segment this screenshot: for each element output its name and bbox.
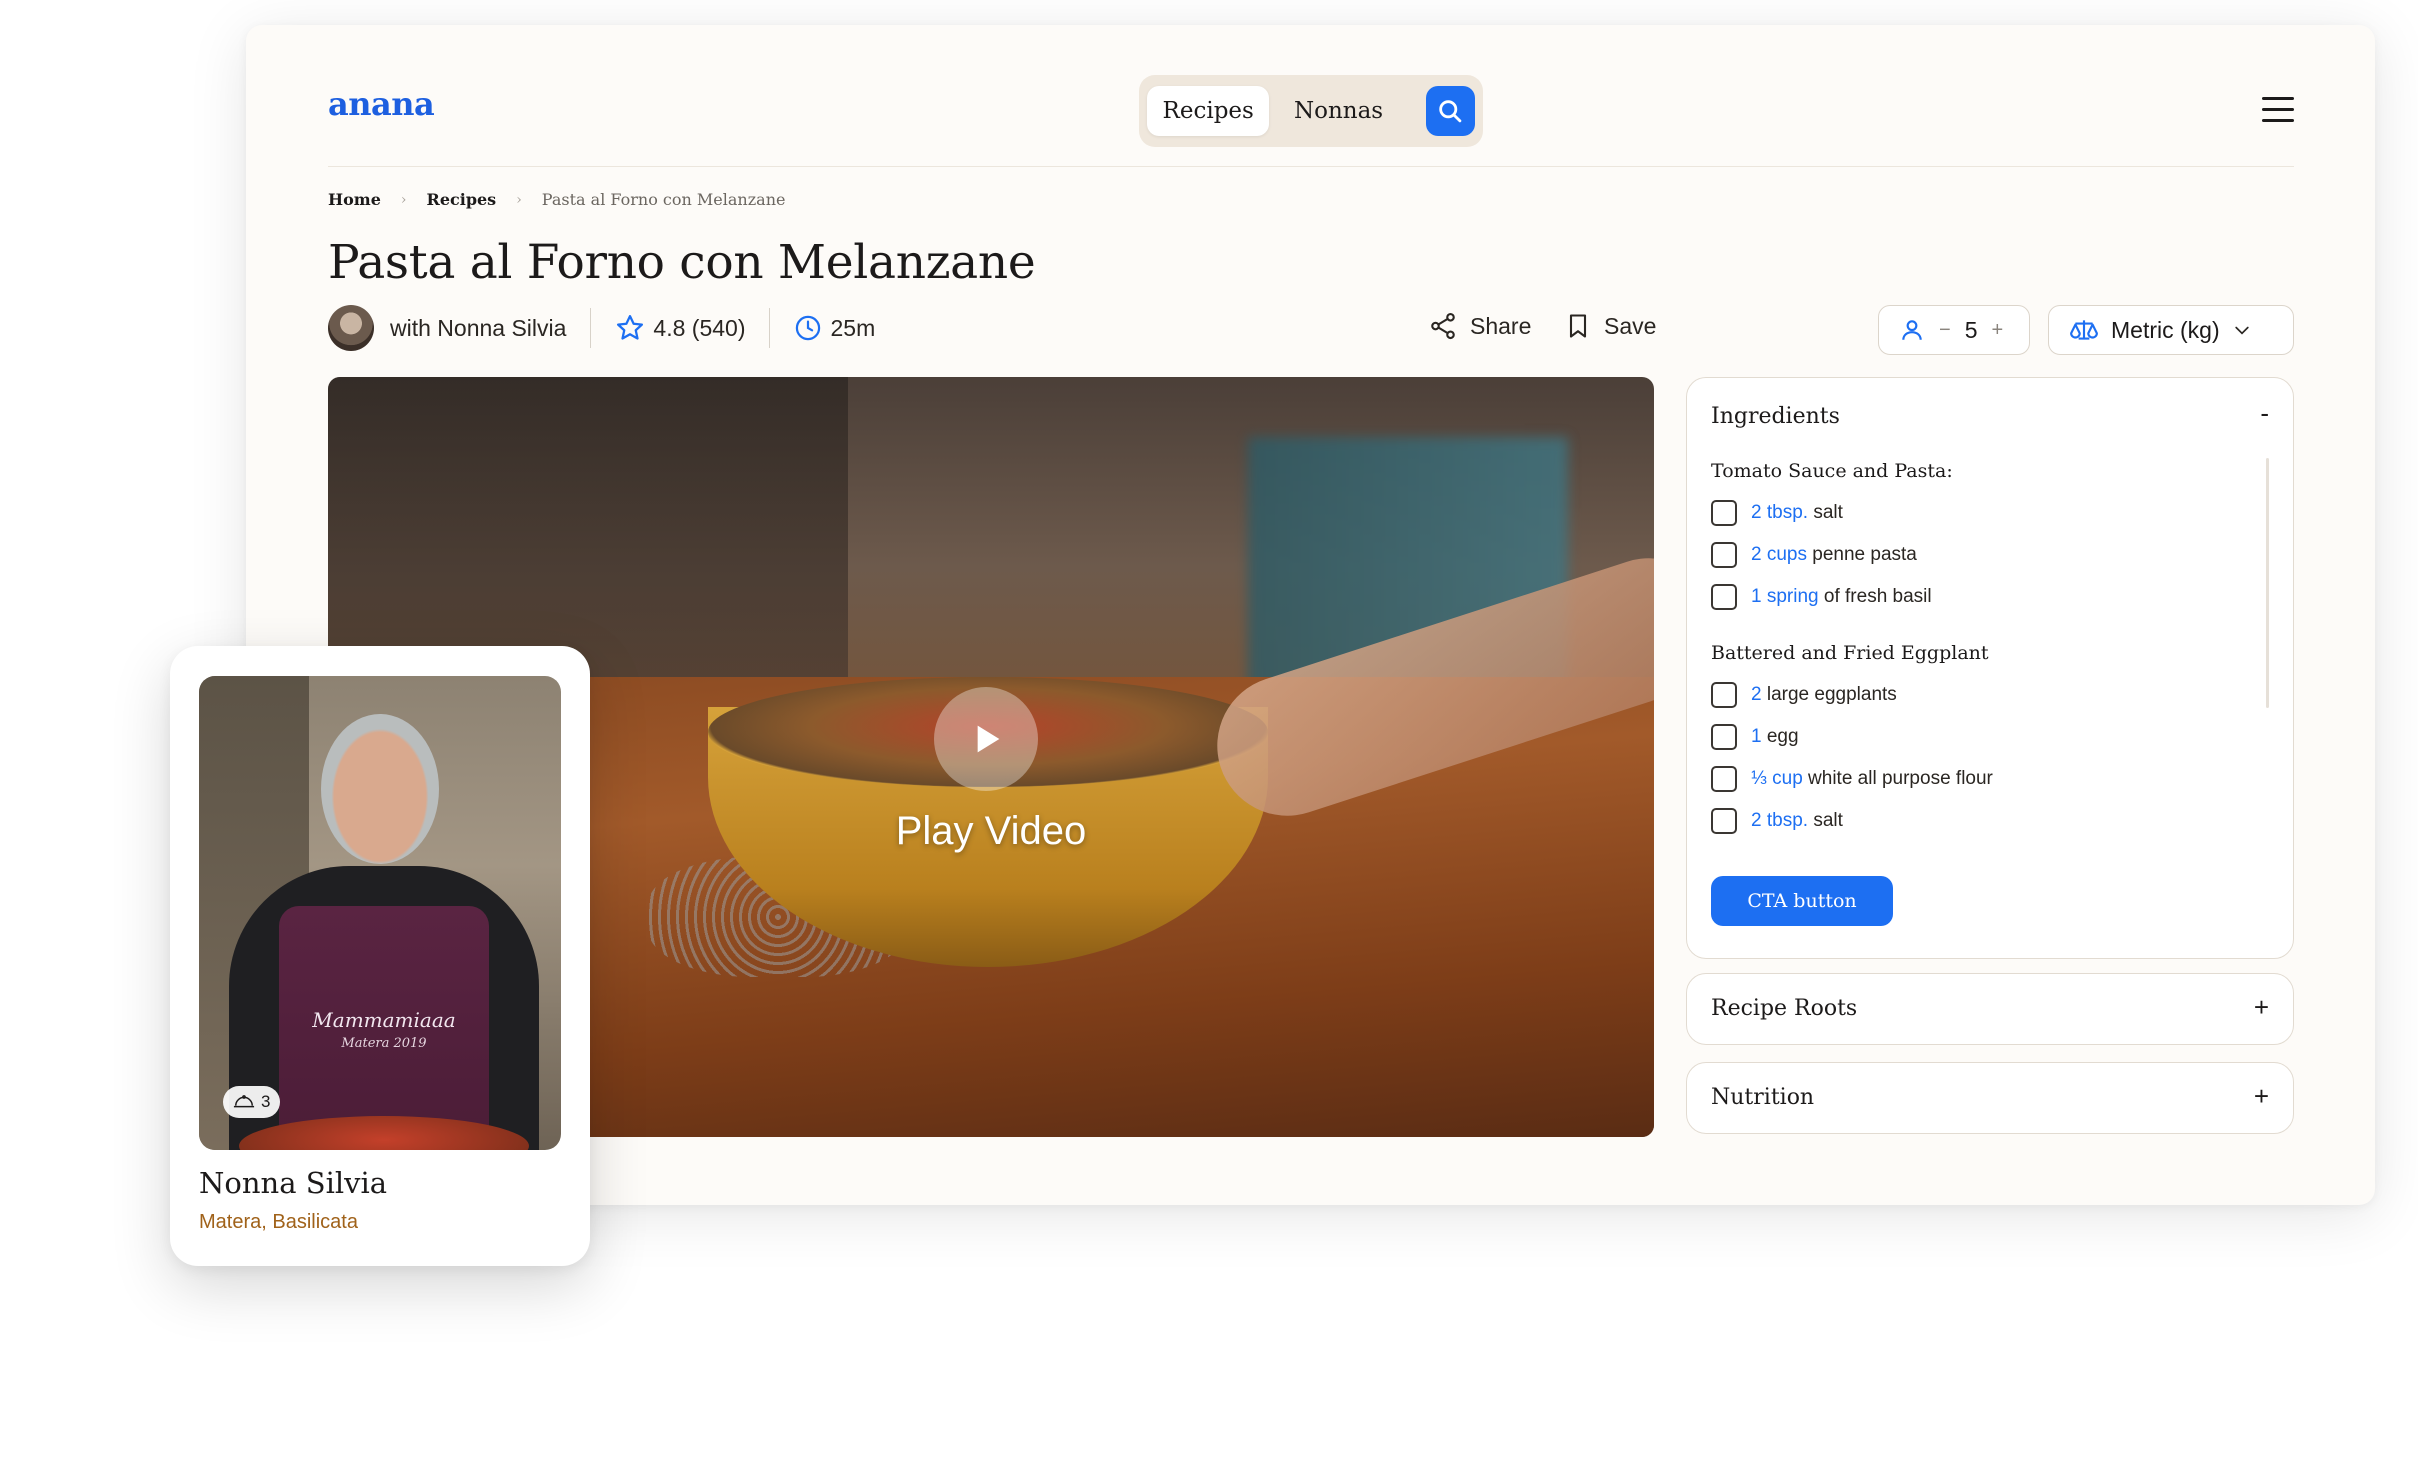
ingredient-section-title: Tomato Sauce and Pasta: <box>1711 460 1953 482</box>
ingredient-name: large eggplants <box>1766 684 1897 705</box>
ingredient-qty: 2 cups <box>1751 544 1807 565</box>
save-label: Save <box>1604 312 1657 339</box>
ingredient-qty: 2 tbsp. <box>1751 810 1809 831</box>
ingredient-name: salt <box>1813 810 1843 831</box>
nonna-name: Nonna Silvia <box>199 1166 388 1200</box>
ingredient-section-title: Battered and Fried Eggplant <box>1711 642 1989 664</box>
plus-icon[interactable]: + <box>2254 992 2269 1023</box>
share-label: Share <box>1470 312 1532 339</box>
servings-decrease[interactable]: − <box>1939 319 1951 342</box>
cloche-icon <box>233 1095 255 1108</box>
star-icon <box>617 315 644 340</box>
servings-increase[interactable]: + <box>1991 319 2003 342</box>
ingredient-item[interactable]: 2 cups penne pasta <box>1711 542 1917 568</box>
breadcrumb-current: Pasta al Forno con Melanzane <box>541 190 786 209</box>
scale-icon <box>2070 320 2098 340</box>
share-button[interactable]: Share <box>1428 311 1531 341</box>
chevron-down-icon <box>2234 326 2249 335</box>
avatar[interactable] <box>328 305 374 351</box>
badge-count: 3 <box>261 1092 271 1111</box>
recipe-meta: with Nonna Silvia 4.8 (540) 25m <box>328 303 875 353</box>
hamburger-menu-icon[interactable] <box>2262 97 2294 123</box>
clock-icon <box>796 315 821 341</box>
bookmark-icon <box>1569 314 1587 338</box>
main-nav: Recipes Nonnas <box>1139 75 1483 147</box>
nonna-card[interactable]: Mammamiaaa Matera 2019 3 Nonna Silvia Ma… <box>170 646 590 1266</box>
breadcrumb-home[interactable]: Home <box>328 190 381 209</box>
divider <box>769 308 771 348</box>
header-divider <box>328 166 2294 167</box>
play-icon <box>977 725 1000 753</box>
ingredient-name: penne pasta <box>1812 544 1917 565</box>
ingredient-name: white all purpose flour <box>1808 768 1993 789</box>
ingredient-checkbox[interactable] <box>1711 766 1737 792</box>
ingredient-qty: ⅓ cup <box>1751 768 1803 789</box>
nav-tab-nonnas[interactable]: Nonnas <box>1269 86 1407 136</box>
nonna-photo: Mammamiaaa Matera 2019 3 <box>199 676 561 1150</box>
ingredient-qty: 2 tbsp. <box>1751 502 1809 523</box>
cook-time-value: 25m <box>830 314 876 341</box>
save-button[interactable]: Save <box>1564 311 1656 341</box>
ingredient-item[interactable]: ⅓ cup white all purpose flour <box>1711 766 1993 792</box>
accordion-title: Nutrition <box>1711 1085 1815 1110</box>
divider <box>590 308 592 348</box>
ingredient-item[interactable]: 2 tbsp. salt <box>1711 808 1843 834</box>
share-icon <box>1431 312 1455 340</box>
ingredient-item[interactable]: 2 tbsp. salt <box>1711 500 1843 526</box>
ingredient-name: of fresh basil <box>1823 586 1932 607</box>
nonna-location: Matera, Basilicata <box>199 1211 358 1233</box>
ingredient-checkbox[interactable] <box>1711 808 1737 834</box>
ingredients-panel: Ingredients - Tomato Sauce and Pasta: 2 … <box>1686 377 2294 959</box>
unit-select[interactable]: Metric (kg) <box>2048 305 2294 355</box>
author-label[interactable]: with Nonna Silvia <box>390 315 566 342</box>
cta-button[interactable]: CTA button <box>1711 876 1893 926</box>
ingredient-checkbox[interactable] <box>1711 584 1737 610</box>
ingredient-name: egg <box>1766 726 1799 747</box>
breadcrumb: Home › Recipes › Pasta al Forno con Mela… <box>328 190 785 209</box>
apron-text: Mammamiaaa <box>312 1008 456 1032</box>
accordion-nutrition[interactable]: Nutrition + <box>1686 1062 2294 1134</box>
ingredient-checkbox[interactable] <box>1711 542 1737 568</box>
ingredient-qty: 1 <box>1751 726 1762 747</box>
rating-value: 4.8 (540) <box>653 314 746 341</box>
accordion-recipe-roots[interactable]: Recipe Roots + <box>1686 973 2294 1045</box>
person-icon <box>1902 320 1922 340</box>
servings-value: 5 <box>1964 316 1978 343</box>
rating[interactable]: 4.8 (540) <box>615 313 745 343</box>
search-icon <box>1439 100 1462 123</box>
apron-subtext: Matera 2019 <box>341 1036 427 1051</box>
play-button[interactable] <box>934 687 1038 791</box>
recipe-count-badge: 3 <box>223 1086 281 1118</box>
ingredient-qty: 1 spring <box>1751 586 1819 607</box>
chevron-right-icon: › <box>516 191 522 208</box>
ingredient-checkbox[interactable] <box>1711 724 1737 750</box>
logo[interactable]: anana <box>328 85 435 123</box>
search-button[interactable] <box>1425 86 1475 136</box>
chevron-right-icon: › <box>400 191 407 208</box>
servings-stepper: − 5 + <box>1878 305 2030 355</box>
scrollbar[interactable] <box>2266 458 2269 708</box>
unit-value: Metric (kg) <box>2111 316 2220 343</box>
ingredient-qty: 2 <box>1751 684 1762 705</box>
ingredient-item[interactable]: 1 egg <box>1711 724 1799 750</box>
cook-time: 25m <box>794 314 875 342</box>
nav-tab-recipes[interactable]: Recipes <box>1147 86 1270 136</box>
ingredients-title: Ingredients <box>1711 404 1840 429</box>
ingredient-checkbox[interactable] <box>1711 500 1737 526</box>
ingredient-checkbox[interactable] <box>1711 682 1737 708</box>
breadcrumb-recipes[interactable]: Recipes <box>427 190 497 209</box>
ingredient-name: salt <box>1813 502 1843 523</box>
accordion-title: Recipe Roots <box>1711 996 1858 1021</box>
page-title: Pasta al Forno con Melanzane <box>328 235 1036 290</box>
collapse-button[interactable]: - <box>2260 398 2269 429</box>
plus-icon[interactable]: + <box>2254 1081 2269 1112</box>
ingredient-item[interactable]: 1 spring of fresh basil <box>1711 584 1932 610</box>
ingredient-item[interactable]: 2 large eggplants <box>1711 682 1897 708</box>
